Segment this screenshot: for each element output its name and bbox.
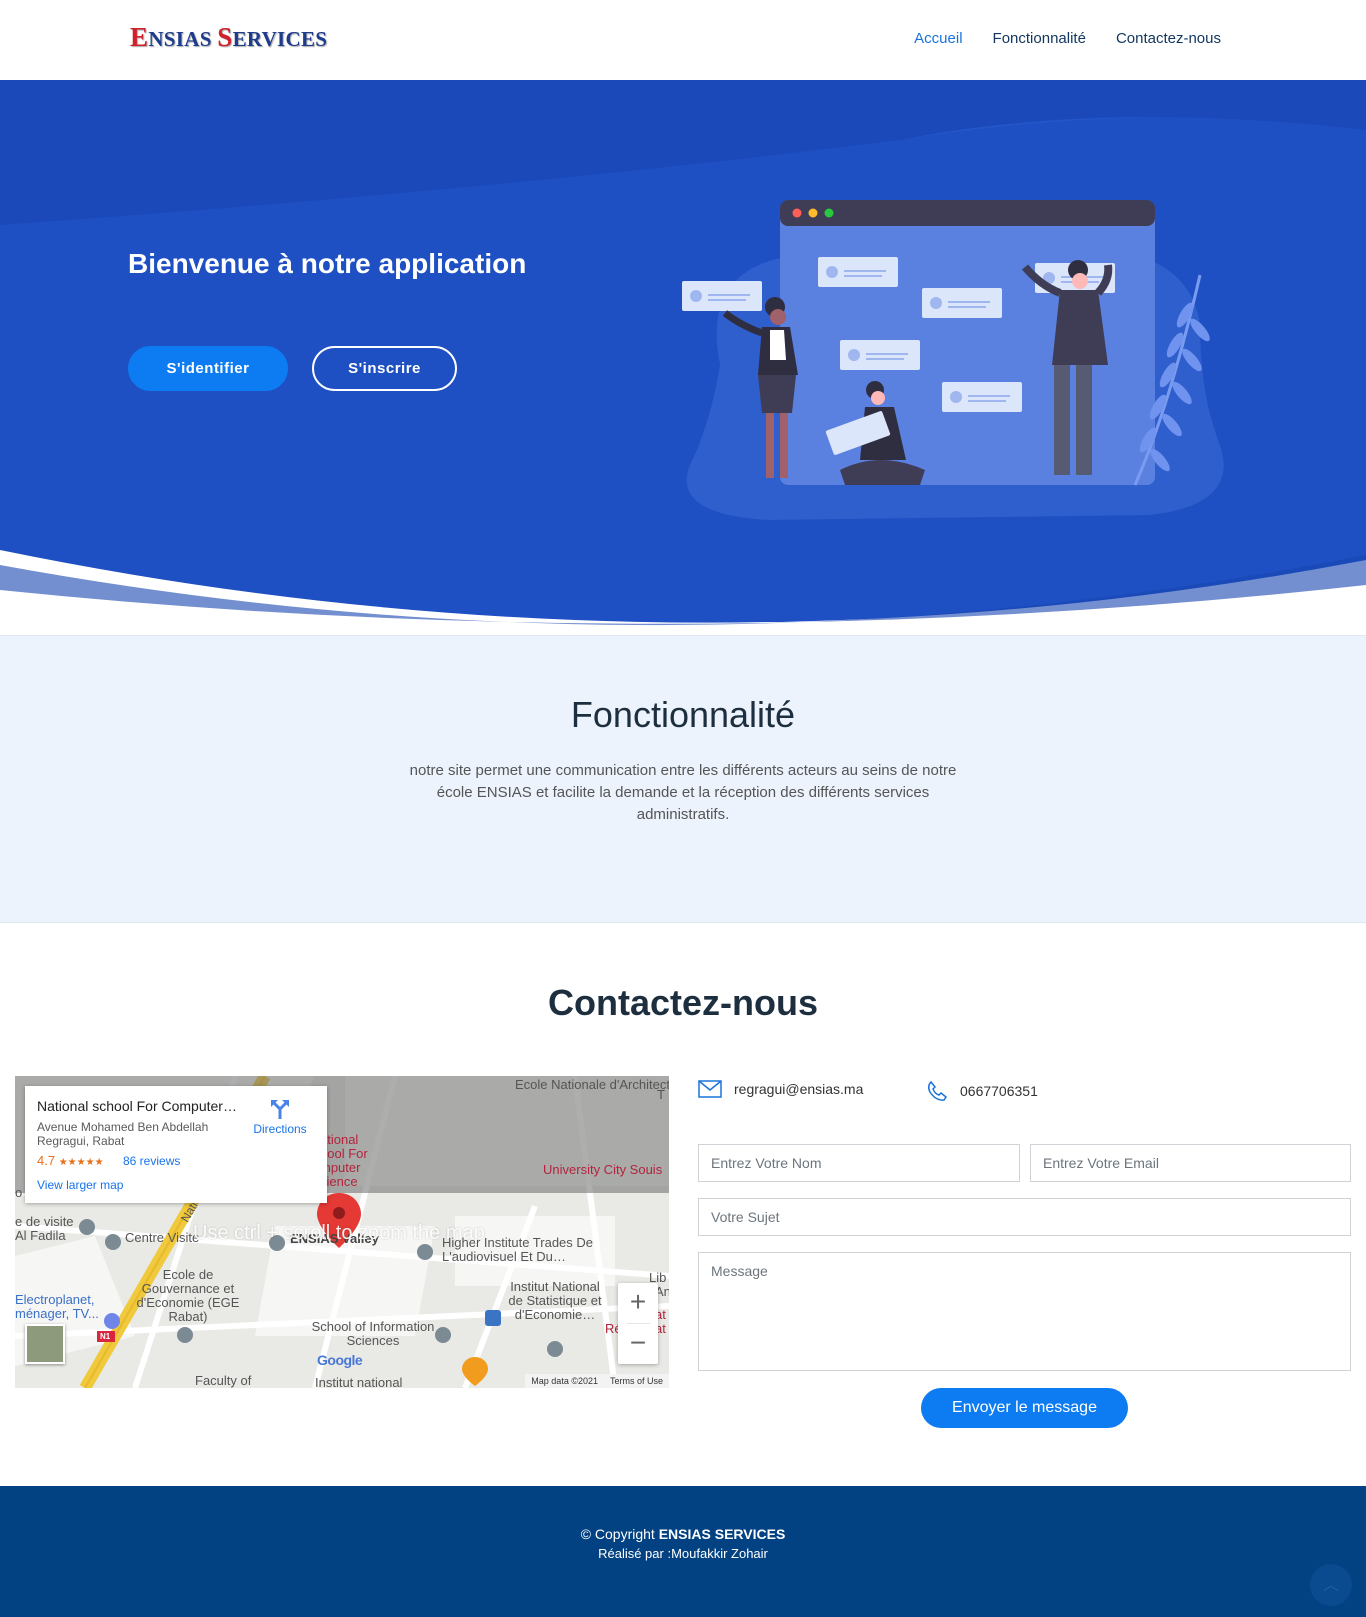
contact-phone: 0667706351	[926, 1080, 1038, 1102]
map-label-centre: Centre Visite	[125, 1230, 200, 1245]
phone-icon	[927, 1080, 948, 1101]
contact-email: regragui@ensias.ma	[698, 1080, 863, 1098]
rating-value: 4.7	[37, 1153, 56, 1168]
satellite-toggle[interactable]	[25, 1324, 65, 1364]
map-label-university: University City Souis	[543, 1162, 663, 1177]
send-message-button[interactable]: Envoyer le message	[921, 1388, 1128, 1428]
map-data-text: Map data ©2021	[531, 1376, 598, 1386]
features-section: Fonctionnalité notre site permet une com…	[0, 635, 1366, 923]
directions-icon	[271, 1100, 289, 1119]
brand-logo[interactable]: ENSIAS SERVICES	[130, 22, 327, 53]
map-label-school: School of Information Sciences	[311, 1319, 435, 1348]
zoom-out-button[interactable]: −	[618, 1324, 658, 1364]
map-label-institut: Institut National de Statistique et d'Ec…	[508, 1279, 602, 1322]
site-header: ENSIAS SERVICES Accueil Fonctionnalité C…	[0, 0, 1366, 80]
logo-letter: S	[217, 22, 233, 52]
email-field[interactable]: Entrez Votre Email	[1030, 1144, 1351, 1182]
embedded-map[interactable]: Ecole Nationale d'Architecture ational h…	[15, 1076, 669, 1388]
copyright-text: © Copyright	[580, 1526, 659, 1542]
message-textarea[interactable]: Message	[698, 1252, 1351, 1371]
map-label-edge: o	[15, 1185, 23, 1200]
map-label-national: ational hool For mputer cience	[320, 1132, 368, 1189]
map-label-faculty: Faculty of	[195, 1373, 252, 1388]
terms-link[interactable]: Terms of Use	[610, 1376, 663, 1386]
place-address: Avenue Mohamed Ben Abdellah Regragui, Ra…	[37, 1120, 209, 1148]
copyright-line: © Copyright ENSIAS SERVICES	[0, 1526, 1366, 1542]
main-nav: Accueil Fonctionnalité Contactez-nous	[914, 30, 1221, 47]
map-label-visite: e de visite Al Fadila	[15, 1214, 74, 1243]
map-label-gouvernance: Ecole de Gouvernance et d'Economie (EGE …	[136, 1267, 240, 1324]
directions-label: Directions	[253, 1122, 307, 1136]
map-zoom-control: + −	[618, 1283, 658, 1364]
collaboration-illustration	[682, 200, 1224, 520]
map-label-institut-national: Institut national	[315, 1375, 403, 1389]
footer-brand: ENSIAS SERVICES	[658, 1526, 786, 1542]
directions-button[interactable]: Directions	[247, 1098, 313, 1136]
features-title: Fonctionnalité	[570, 694, 796, 735]
email-text[interactable]: regragui@ensias.ma	[734, 1081, 863, 1097]
hero-section: Bienvenue à notre application S'identifi…	[0, 80, 1366, 640]
map-zoom-hint: Use ctrl + scroll to zoom the map	[193, 1222, 485, 1244]
map-attribution: Map data ©2021 Terms of Use	[525, 1374, 669, 1388]
logo-letter: E	[130, 22, 149, 52]
map-label-edge: T	[657, 1087, 665, 1102]
map-label-archi: Ecole Nationale d'Architecture	[515, 1077, 669, 1092]
view-larger-map-link[interactable]: View larger map	[37, 1178, 123, 1192]
zoom-in-button[interactable]: +	[618, 1283, 658, 1323]
hero-title: Bienvenue à notre application	[128, 248, 527, 279]
place-name: National school For Computer…	[37, 1098, 237, 1114]
rating-stars: ★★★★★	[58, 1157, 104, 1168]
envelope-icon	[698, 1080, 722, 1098]
features-description: notre site permet une communication entr…	[409, 762, 957, 823]
contact-title: Contactez-nous	[548, 982, 818, 1023]
signup-button[interactable]: S'inscrire	[312, 346, 457, 391]
nav-link-contact[interactable]: Contactez-nous	[1116, 30, 1221, 47]
place-rating: 4.7 ★★★★★	[37, 1153, 104, 1168]
logo-text: NSIAS	[148, 27, 218, 51]
login-button[interactable]: S'identifier	[128, 346, 288, 391]
logo-text: ERVICES	[232, 27, 328, 51]
map-road-shield: N1	[100, 1332, 111, 1341]
google-logo: Google	[317, 1352, 363, 1368]
nav-link-fonctionnalite[interactable]: Fonctionnalité	[993, 30, 1086, 47]
reviews-link[interactable]: 86 reviews	[123, 1154, 180, 1168]
subject-field[interactable]: Votre Sujet	[698, 1198, 1351, 1236]
map-label-electroplanet: Electroplanet, ménager, TV...	[15, 1292, 99, 1321]
nav-link-accueil[interactable]: Accueil	[914, 30, 962, 47]
chevron-up-icon: ︿	[1322, 1575, 1339, 1594]
map-place-card: National school For Computer… Avenue Moh…	[25, 1086, 327, 1203]
phone-text[interactable]: 0667706351	[960, 1083, 1038, 1099]
credit-line: Réalisé par :Moufakkir Zohair	[598, 1546, 768, 1561]
site-footer: © Copyright ENSIAS SERVICES Réalisé par …	[0, 1486, 1366, 1617]
back-to-top-button[interactable]: ︿	[1310, 1564, 1352, 1606]
name-field[interactable]: Entrez Votre Nom	[698, 1144, 1020, 1182]
